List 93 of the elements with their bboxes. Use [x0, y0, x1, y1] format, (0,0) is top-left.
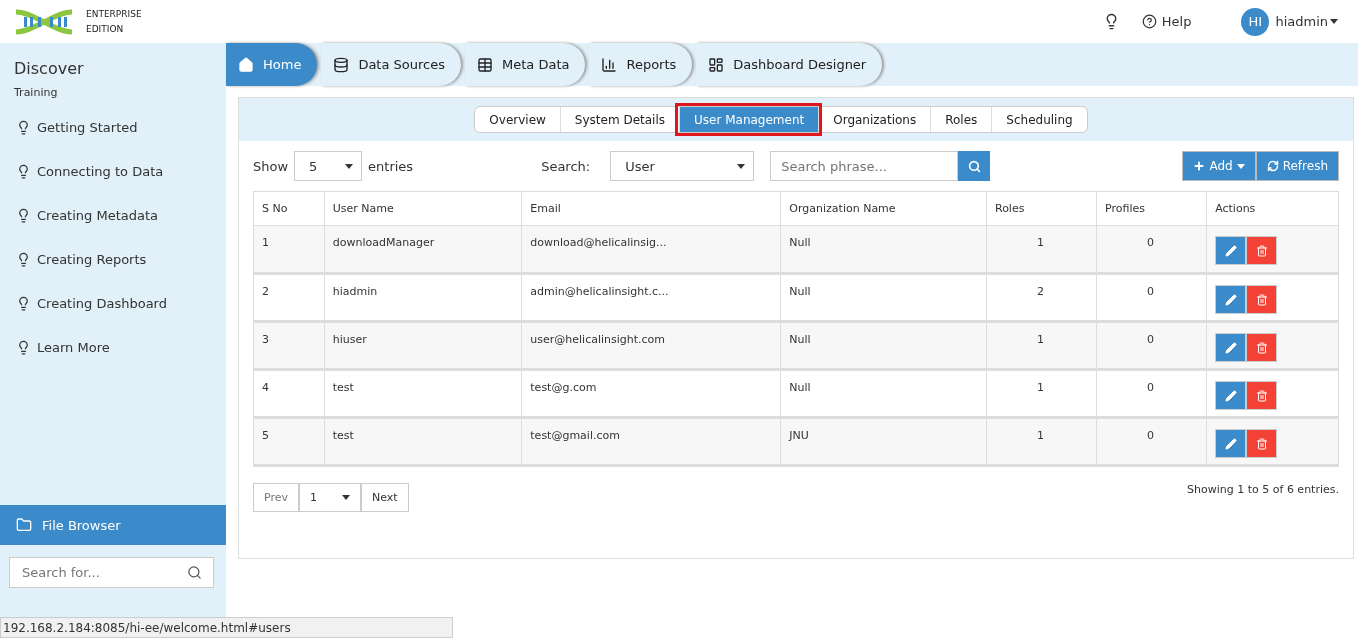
trash-icon — [1255, 341, 1268, 354]
user-avatar: HI — [1241, 7, 1270, 36]
column-header: Organization Name — [780, 191, 987, 226]
pencil-icon — [1224, 437, 1237, 450]
search-icon — [187, 565, 202, 580]
table-cell: JNU — [780, 417, 987, 466]
pencil-icon — [1224, 244, 1237, 257]
bar-chart-icon — [601, 56, 618, 73]
table-cell: test@gmail.com — [521, 417, 781, 466]
pencil-icon — [1224, 341, 1237, 354]
edit-button[interactable] — [1215, 285, 1247, 314]
lightbulb-icon — [16, 163, 31, 179]
folder-icon — [16, 517, 32, 533]
sidebar-item[interactable]: Getting Started — [0, 105, 226, 149]
delete-button[interactable] — [1246, 236, 1278, 265]
column-header: Roles — [986, 191, 1097, 226]
edit-button[interactable] — [1215, 429, 1247, 458]
delete-button[interactable] — [1246, 333, 1278, 362]
caret-icon — [1236, 163, 1245, 169]
delete-button[interactable] — [1246, 285, 1278, 314]
page-size-select[interactable]: 5 — [294, 151, 363, 181]
column-header: S No — [253, 191, 325, 226]
lightbulb-icon — [16, 251, 31, 267]
edition-label: ENTERPRISE EDITION — [86, 7, 142, 36]
trash-icon — [1255, 293, 1268, 306]
help-icon — [1141, 14, 1157, 29]
search-label: Search: — [541, 158, 591, 174]
sub-tab[interactable]: Organizations — [818, 107, 931, 132]
search-field[interactable]: Search phrase... — [770, 151, 959, 181]
caret-icon — [1330, 19, 1338, 24]
delete-button[interactable] — [1246, 429, 1278, 458]
nav-tab[interactable]: Reports — [589, 43, 693, 86]
file-browser-button[interactable]: File Browser — [0, 505, 226, 545]
table-icon — [477, 56, 493, 73]
sub-tab[interactable]: Scheduling — [991, 107, 1087, 132]
pencil-icon — [1224, 293, 1237, 306]
column-header: Profiles — [1096, 191, 1207, 226]
trash-icon — [1255, 437, 1268, 450]
sidebar-item[interactable]: Creating Dashboard — [0, 281, 226, 325]
nav-tab[interactable]: Meta Data — [465, 43, 586, 86]
home-icon — [238, 56, 254, 73]
pencil-icon — [1224, 389, 1237, 402]
nav-tab[interactable]: Dashboard Designer — [696, 43, 883, 86]
nav-tab[interactable]: Data Sources — [321, 43, 461, 86]
lightbulb-icon — [16, 207, 31, 223]
column-header: Actions — [1206, 191, 1339, 226]
edit-button[interactable] — [1215, 236, 1247, 265]
show-label: Show — [253, 158, 289, 174]
dashboard-icon — [708, 56, 725, 73]
trash-icon — [1255, 244, 1268, 257]
sidebar-item[interactable]: Connecting to Data — [0, 149, 226, 193]
help-link[interactable]: Help — [1141, 14, 1192, 29]
sidebar-subtitle: Training — [14, 86, 59, 99]
nav-tab[interactable]: Home — [226, 43, 318, 86]
refresh-icon — [1266, 160, 1279, 172]
sub-tab[interactable]: Overview — [475, 107, 560, 132]
lightbulb-icon — [16, 295, 31, 311]
status-url: 192.168.2.184:8085/hi-ee/welcome.html#users — [0, 617, 453, 638]
sidebar-item[interactable]: Learn More — [0, 325, 226, 369]
caret-icon — [342, 495, 350, 500]
edit-button[interactable] — [1215, 333, 1247, 362]
logo-icon — [14, 7, 74, 36]
next-button[interactable]: Next — [361, 483, 409, 512]
add-button[interactable]: Add — [1182, 151, 1256, 181]
edit-button[interactable] — [1215, 381, 1247, 410]
page-select[interactable]: 1 — [299, 483, 361, 512]
database-icon — [333, 56, 350, 73]
table-cell: 5 — [253, 417, 325, 466]
prev-button[interactable]: Prev — [253, 483, 299, 512]
search-by-select[interactable]: User — [610, 151, 755, 181]
sidebar-item[interactable]: Creating Reports — [0, 237, 226, 281]
table-cell: 0 — [1096, 417, 1207, 466]
caret-icon — [345, 163, 354, 169]
column-header: Email — [521, 191, 781, 226]
entries-summary: Showing 1 to 5 of 6 entries. — [1187, 483, 1339, 498]
refresh-button[interactable]: Refresh — [1255, 151, 1339, 181]
table-cell: 1 — [986, 417, 1097, 466]
search-button[interactable] — [958, 151, 991, 181]
sidebar-title: Discover — [14, 59, 85, 78]
plus-icon — [1193, 160, 1206, 172]
trash-icon — [1255, 389, 1268, 402]
search-field[interactable]: Search for... — [9, 557, 214, 588]
column-header: User Name — [324, 191, 522, 226]
search-icon — [967, 159, 981, 173]
lightbulb-icon — [16, 119, 31, 135]
sub-tab[interactable]: Roles — [930, 107, 992, 132]
user-menu[interactable]: hiadmin — [1275, 14, 1338, 29]
delete-button[interactable] — [1246, 381, 1278, 410]
table-cell: test — [324, 417, 522, 466]
lightbulb-icon — [16, 339, 31, 355]
caret-icon — [737, 163, 746, 169]
entries-label: entries — [368, 158, 414, 174]
sidebar-item[interactable]: Creating Metadata — [0, 193, 226, 237]
